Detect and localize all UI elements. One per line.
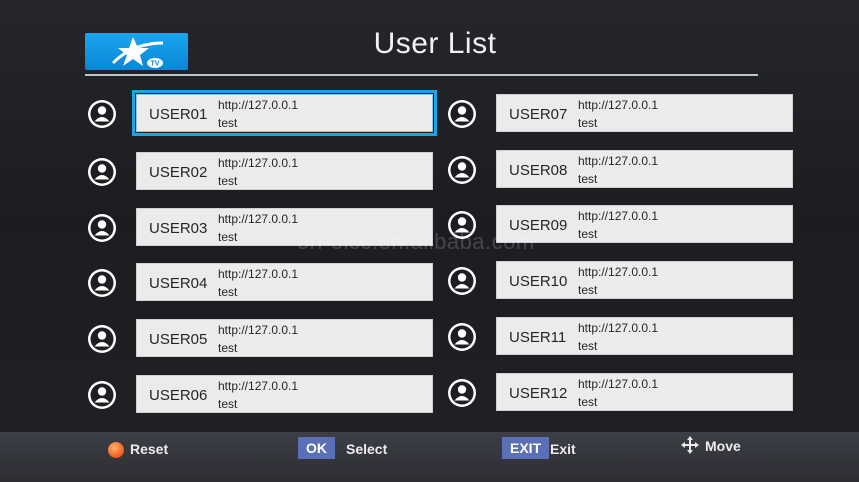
user-password: test — [578, 339, 598, 353]
user-password: test — [218, 285, 238, 299]
user-avatar-icon — [448, 100, 476, 128]
user-card[interactable]: USER01 http://127.0.0.1 test — [132, 90, 437, 136]
user-password: test — [218, 116, 238, 130]
user-item-06[interactable]: USER06 http://127.0.0.1 test — [86, 375, 433, 415]
user-avatar-icon — [448, 379, 476, 407]
user-card[interactable]: USER05 http://127.0.0.1 test — [136, 319, 433, 357]
user-card[interactable]: USER08 http://127.0.0.1 test — [496, 150, 793, 188]
user-url: http://127.0.0.1 — [578, 377, 659, 391]
user-password: test — [578, 227, 598, 241]
user-name: USER05 — [149, 331, 208, 348]
user-name: USER06 — [149, 387, 208, 404]
user-url: http://127.0.0.1 — [578, 265, 659, 279]
user-password: test — [578, 116, 598, 130]
user-avatar-icon — [88, 214, 116, 242]
user-password: test — [218, 230, 238, 244]
user-item-11[interactable]: USER11 http://127.0.0.1 test — [446, 317, 793, 357]
user-name: USER12 — [509, 385, 568, 402]
user-name: USER08 — [509, 162, 568, 179]
user-name: USER10 — [509, 273, 568, 290]
user-card[interactable]: USER04 http://127.0.0.1 test — [136, 263, 433, 301]
move-hint: Move — [705, 438, 741, 454]
user-url: http://127.0.0.1 — [218, 98, 299, 112]
user-name: USER03 — [149, 220, 208, 237]
user-name: USER11 — [509, 329, 567, 346]
user-card[interactable]: USER07 http://127.0.0.1 test — [496, 94, 793, 132]
user-url: http://127.0.0.1 — [218, 267, 299, 281]
user-password: test — [578, 172, 598, 186]
user-card[interactable]: USER06 http://127.0.0.1 test — [136, 375, 433, 413]
user-card[interactable]: USER10 http://127.0.0.1 test — [496, 261, 793, 299]
user-item-02[interactable]: USER02 http://127.0.0.1 test — [86, 152, 433, 192]
user-password: test — [578, 395, 598, 409]
exit-hint: Exit — [550, 441, 576, 457]
user-avatar-icon — [88, 325, 116, 353]
user-password: test — [218, 397, 238, 411]
user-card[interactable]: USER02 http://127.0.0.1 test — [136, 152, 433, 190]
brand-logo: TV — [85, 33, 188, 70]
page-title: User List — [373, 27, 497, 60]
user-avatar-icon — [88, 158, 116, 186]
select-hint: Select — [346, 441, 388, 457]
user-avatar-icon — [448, 323, 476, 351]
user-password: test — [218, 174, 238, 188]
user-avatar-icon — [88, 381, 116, 409]
logo-tv-text: TV — [151, 61, 160, 68]
user-item-10[interactable]: USER10 http://127.0.0.1 test — [446, 261, 793, 301]
user-item-05[interactable]: USER05 http://127.0.0.1 test — [86, 319, 433, 359]
user-url: http://127.0.0.1 — [578, 321, 659, 335]
user-card[interactable]: USER12 http://127.0.0.1 test — [496, 373, 793, 411]
user-name: USER04 — [149, 275, 208, 292]
user-item-08[interactable]: USER08 http://127.0.0.1 test — [446, 150, 793, 190]
user-avatar-icon — [448, 267, 476, 295]
star-logo-icon: TV — [111, 37, 164, 68]
user-url: http://127.0.0.1 — [218, 212, 299, 226]
user-url: http://127.0.0.1 — [218, 323, 299, 337]
ok-key[interactable]: OK — [298, 437, 335, 459]
exit-key[interactable]: EXIT — [502, 437, 550, 459]
user-password: test — [218, 341, 238, 355]
user-name: USER01 — [149, 106, 208, 123]
user-url: http://127.0.0.1 — [218, 156, 299, 170]
user-url: http://127.0.0.1 — [578, 154, 659, 168]
four-way-arrow-icon — [681, 436, 699, 454]
user-name: USER07 — [509, 106, 568, 123]
user-url: http://127.0.0.1 — [218, 379, 299, 393]
user-avatar-icon — [88, 269, 116, 297]
red-dot-icon — [108, 442, 124, 458]
user-item-07[interactable]: USER07 http://127.0.0.1 test — [446, 94, 793, 134]
user-card[interactable]: USER11 http://127.0.0.1 test — [496, 317, 793, 355]
user-card[interactable]: USER09 http://127.0.0.1 test — [496, 205, 793, 243]
user-avatar-icon — [448, 156, 476, 184]
user-name: USER02 — [149, 164, 208, 181]
watermark-text: ori-olcc.en.alibaba.com — [297, 229, 535, 254]
header-divider — [85, 74, 758, 76]
user-item-04[interactable]: USER04 http://127.0.0.1 test — [86, 263, 433, 303]
reset-hint[interactable]: Reset — [130, 441, 168, 457]
user-url: http://127.0.0.1 — [578, 98, 659, 112]
user-item-12[interactable]: USER12 http://127.0.0.1 test — [446, 373, 793, 413]
user-avatar-icon — [88, 100, 116, 128]
user-url: http://127.0.0.1 — [578, 209, 659, 223]
user-item-01[interactable]: USER01 http://127.0.0.1 test — [86, 90, 437, 136]
user-password: test — [578, 283, 598, 297]
